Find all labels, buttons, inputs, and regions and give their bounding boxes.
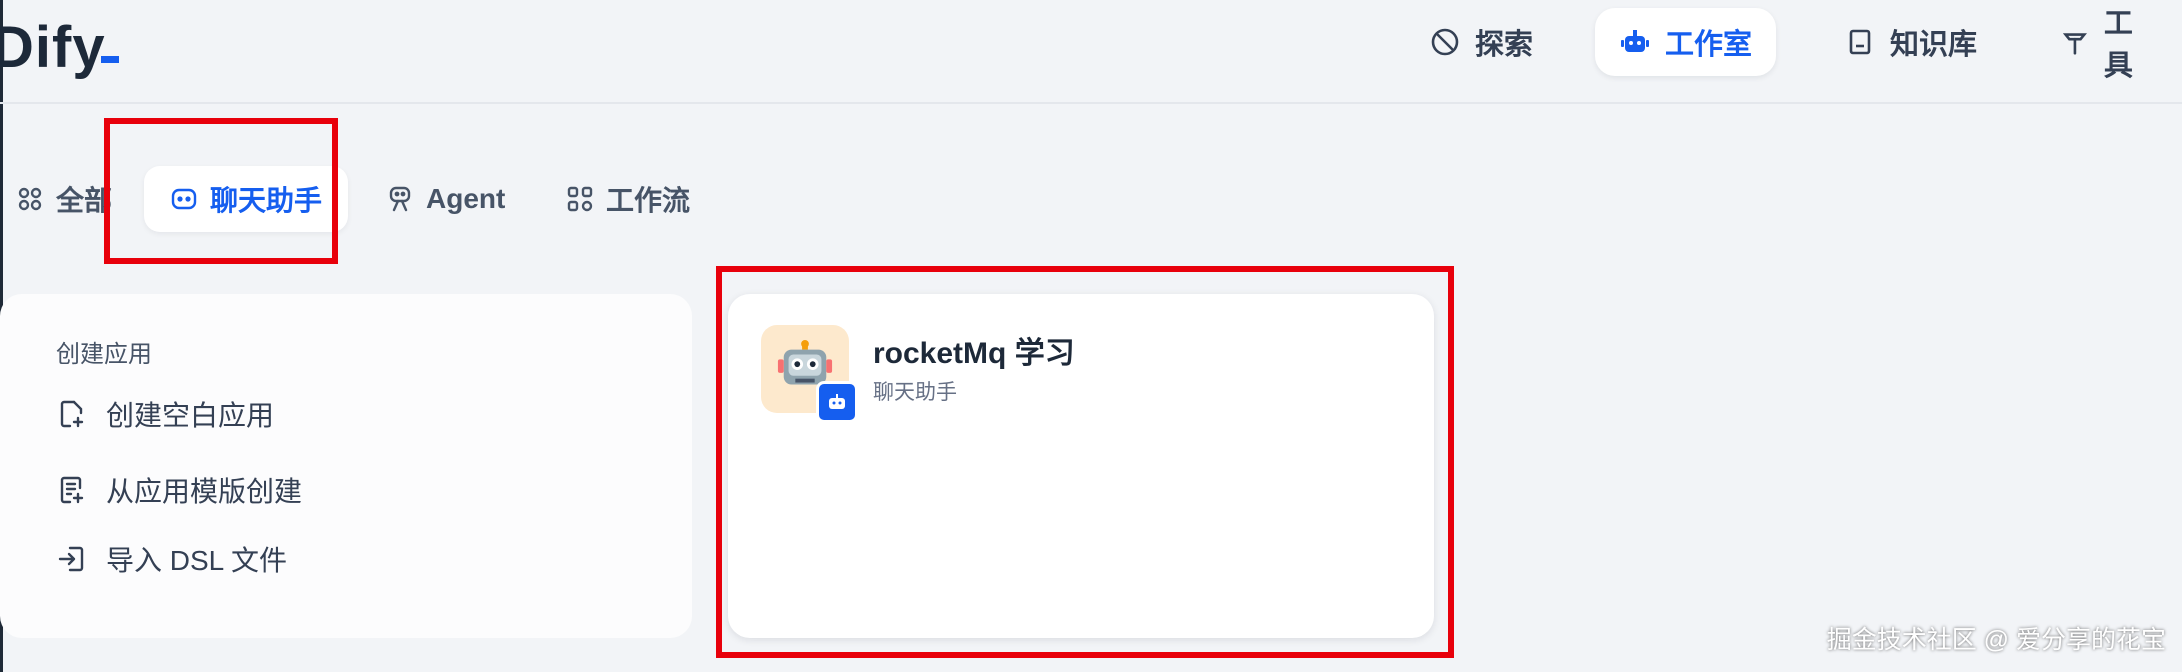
create-app-title: 创建应用 <box>56 341 152 368</box>
tab-workflow-label: 工作流 <box>606 185 691 216</box>
tab-workflow[interactable]: 工作流 <box>540 166 716 232</box>
book-icon <box>1849 29 1871 55</box>
nav-studio[interactable]: 工作室 <box>1595 8 1777 76</box>
hammer-icon <box>2062 33 2087 55</box>
create-from-template-label: 从应用模版创建 <box>106 476 303 507</box>
robot-icon <box>1621 30 1649 52</box>
grid-icon <box>18 187 42 211</box>
template-icon <box>60 476 84 504</box>
watermark: 掘金技术社区 @ 爱分享的花宝 <box>1826 626 2166 654</box>
nav-explore[interactable]: 探索 <box>1405 8 1557 76</box>
nav-tools[interactable]: 工具 <box>2036 8 2182 82</box>
create-blank-app-label: 创建空白应用 <box>106 400 275 431</box>
highlight-box-app-card <box>716 266 1454 658</box>
create-app-card: 创建应用 创建空白应用 从应用模版创建 导入 DSL 文件 <box>0 294 692 638</box>
import-dsl-button[interactable]: 导入 DSL 文件 <box>56 539 287 579</box>
nav-tools-label: 工具 <box>2103 8 2133 82</box>
logo-cursor-mark <box>101 56 119 63</box>
top-header: Dify 探索 工作室 知识库 工具 <box>0 0 2182 104</box>
highlight-box-chat-tab <box>104 118 338 264</box>
nav-knowledge[interactable]: 知识库 <box>1820 8 2001 76</box>
import-icon <box>58 546 84 572</box>
workflow-icon <box>567 186 593 212</box>
import-dsl-label: 导入 DSL 文件 <box>106 545 287 576</box>
nav-explore-label: 探索 <box>1475 29 1534 61</box>
create-blank-app-button[interactable]: 创建空白应用 <box>56 394 274 434</box>
file-plus-icon <box>60 400 84 428</box>
nav-knowledge-label: 知识库 <box>1890 29 1978 61</box>
create-from-template-button[interactable]: 从应用模版创建 <box>56 470 302 510</box>
agent-icon <box>389 186 411 212</box>
tab-agent[interactable]: Agent <box>360 166 531 232</box>
nav-studio-label: 工作室 <box>1665 29 1753 61</box>
dify-logo[interactable]: Dify <box>0 14 106 81</box>
tab-agent-label: Agent <box>426 183 506 214</box>
compass-icon <box>1431 28 1459 56</box>
